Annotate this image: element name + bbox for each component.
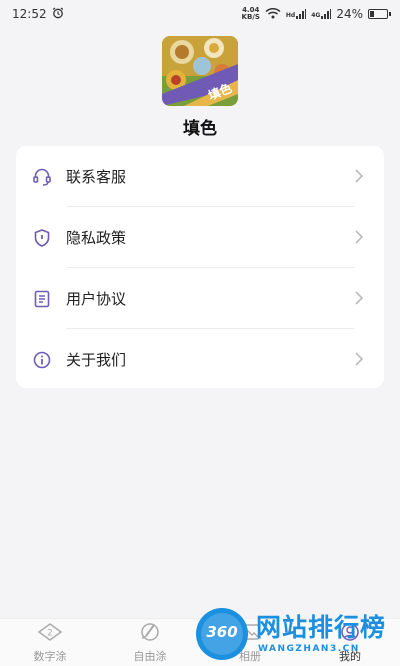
brush-icon <box>138 622 162 646</box>
document-icon <box>32 289 52 309</box>
info-icon <box>32 350 52 370</box>
svg-text:2: 2 <box>47 628 53 638</box>
menu-item-label: 隐私政策 <box>66 229 127 247</box>
alarm-icon <box>52 7 64 22</box>
headset-icon <box>32 167 52 187</box>
settings-menu: 联系客服 隐私政策 用户协议 关于我们 <box>16 146 384 388</box>
chevron-right-icon <box>354 168 364 184</box>
wifi-icon <box>265 7 281 22</box>
number-paint-icon: 2 <box>37 622 63 646</box>
menu-item-user-agreement[interactable]: 用户协议 <box>16 268 384 329</box>
status-time: 12:52 <box>12 7 47 21</box>
watermark: 360 网站排行榜 WANGZHAN3.CN <box>194 604 400 666</box>
chevron-right-icon <box>354 351 364 367</box>
chevron-right-icon <box>354 290 364 306</box>
menu-item-about-us[interactable]: 关于我们 <box>16 329 384 390</box>
app-name: 填色 <box>183 119 217 139</box>
nav-label: 数字涂 <box>33 649 67 663</box>
watermark-url: WANGZHAN3.CN <box>258 644 360 654</box>
net-speed: 4.04 KB/S <box>241 6 260 21</box>
menu-item-contact-support[interactable]: 联系客服 <box>16 146 384 207</box>
chevron-right-icon <box>354 229 364 245</box>
nav-tab-free-paint[interactable]: 自由涂 <box>100 619 200 666</box>
menu-item-label: 联系客服 <box>66 168 127 186</box>
signal-1-icon: Hd <box>286 9 307 19</box>
app-logo: 填色 <box>162 36 238 106</box>
nav-label: 自由涂 <box>133 649 167 663</box>
battery-icon <box>368 9 391 19</box>
menu-item-label: 用户协议 <box>66 290 127 308</box>
menu-item-privacy-policy[interactable]: 隐私政策 <box>16 207 384 268</box>
menu-item-label: 关于我们 <box>66 351 127 369</box>
battery-percent: 24% <box>336 7 363 21</box>
status-bar: 12:52 4.04 KB/S Hd 4G 24% <box>0 0 400 28</box>
watermark-title: 网站排行榜 <box>256 613 387 642</box>
signal-2-icon: 4G <box>311 9 332 19</box>
nav-tab-number-paint[interactable]: 2 数字涂 <box>0 619 100 666</box>
shield-icon <box>32 228 52 248</box>
watermark-logo-number: 360 <box>206 623 238 641</box>
